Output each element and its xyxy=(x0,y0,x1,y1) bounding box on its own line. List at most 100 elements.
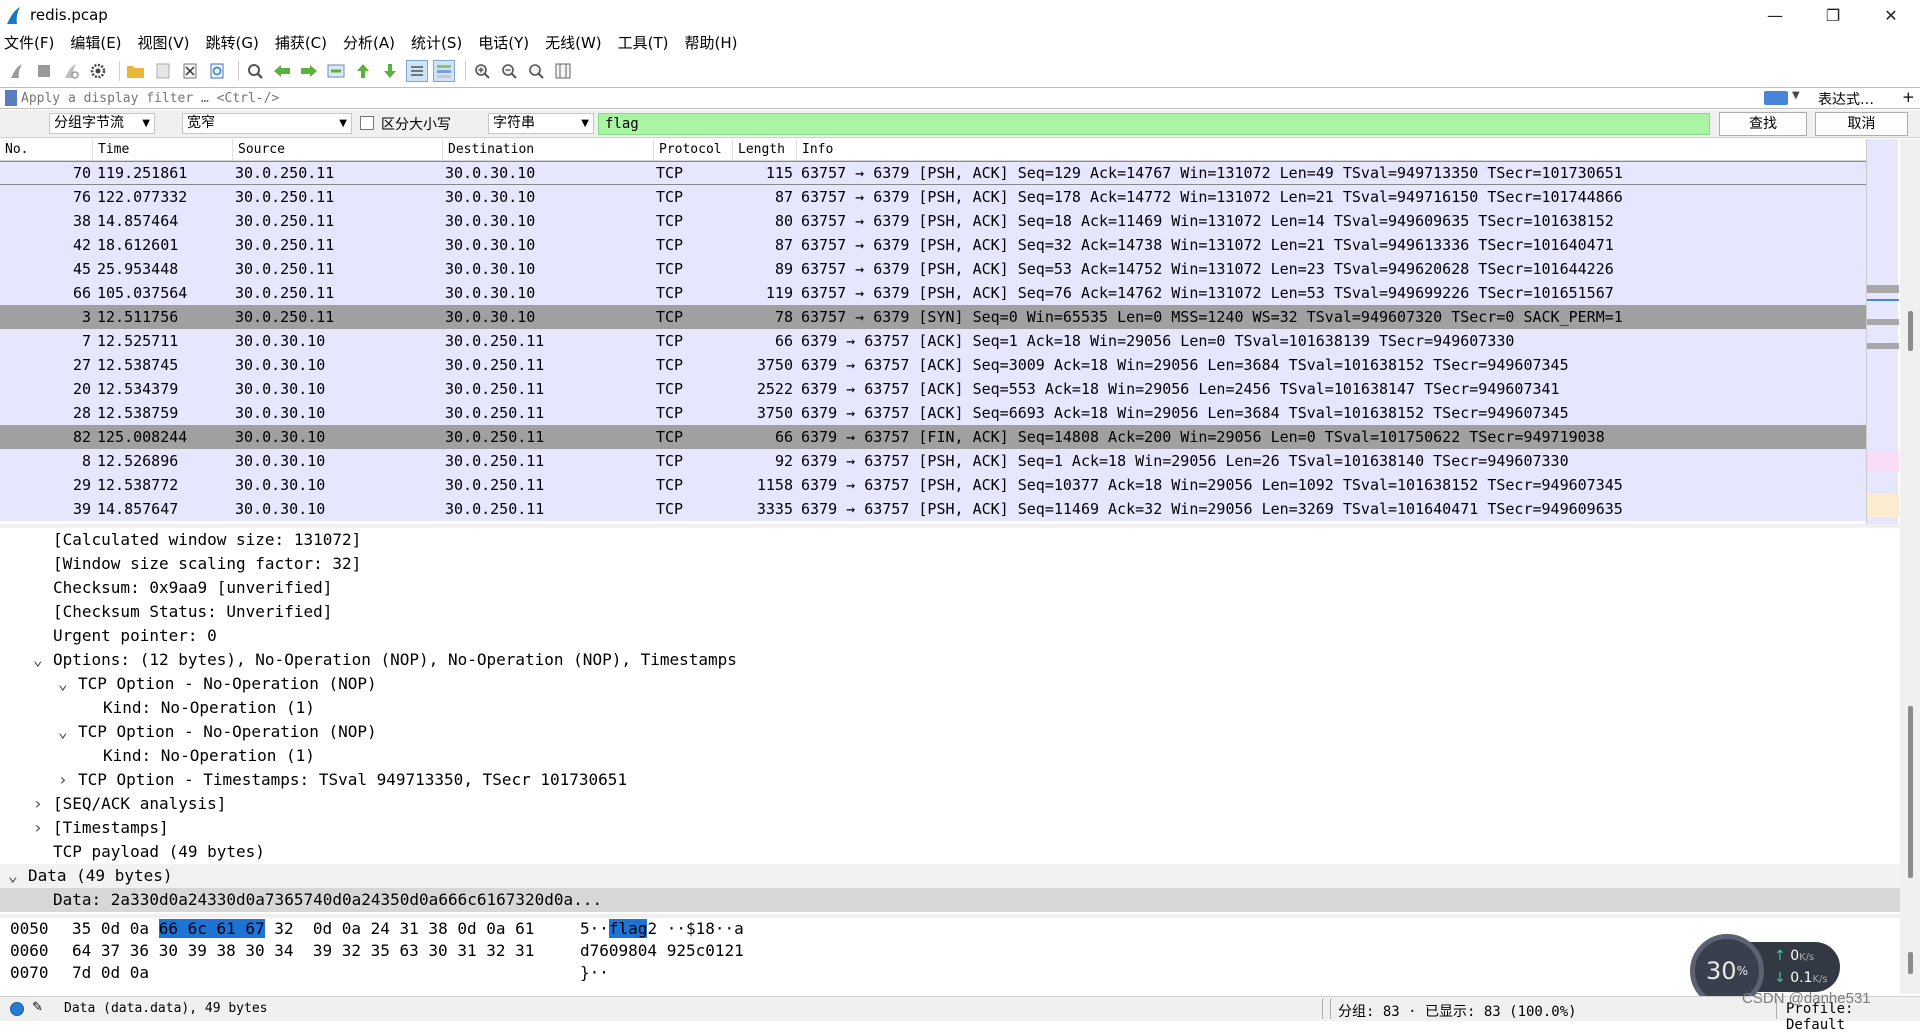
menu-tools[interactable]: 工具(T) xyxy=(618,32,669,53)
close-button[interactable]: ✕ xyxy=(1862,0,1920,30)
hex-row[interactable]: 0060 64 37 36 30 39 38 30 34 39 32 35 63 … xyxy=(0,940,1900,962)
packet-list-minimap[interactable] xyxy=(1866,139,1899,524)
display-filter-input[interactable] xyxy=(21,90,1761,106)
packet-row[interactable]: 28 12.538759 30.0.30.10 30.0.250.11 TCP 3750 6… xyxy=(0,401,1866,425)
capture-options-gear-icon[interactable] xyxy=(87,60,109,82)
column-header-protocol[interactable]: Protocol xyxy=(654,139,733,160)
detail-tree-item[interactable]: Checksum: 0x9aa9 [unverified] xyxy=(0,576,1900,600)
menu-edit[interactable]: 编辑(E) xyxy=(70,32,121,53)
packet-row[interactable]: 29 12.538772 30.0.30.10 30.0.250.11 TCP 1158 6… xyxy=(0,473,1866,497)
close-file-icon[interactable] xyxy=(179,60,201,82)
packet-row[interactable]: 45 25.953448 30.0.250.11 30.0.30.10 TCP 89 637… xyxy=(0,257,1866,281)
menu-telephony[interactable]: 电话(Y) xyxy=(478,32,529,53)
detail-tree-item[interactable]: › [SEQ/ACK analysis] xyxy=(0,792,1900,816)
column-header-source[interactable]: Source xyxy=(233,139,443,160)
go-back-arrow-icon[interactable] xyxy=(271,60,293,82)
detail-tree-item[interactable]: ⌄ Options: (12 bytes), No-Operation (NOP)… xyxy=(0,648,1900,672)
packet-bytes-pane[interactable]: 0050 35 0d 0a 66 6c 61 67 32 0d 0a 24 31 … xyxy=(0,918,1900,992)
packet-row[interactable]: 66 105.037564 30.0.250.11 30.0.30.10 TCP 119 6… xyxy=(0,281,1866,305)
scrollbar-thumb[interactable] xyxy=(1908,311,1913,351)
packet-row[interactable]: 38 14.857464 30.0.250.11 30.0.30.10 TCP 80 637… xyxy=(0,209,1866,233)
column-header-length[interactable]: Length xyxy=(733,139,797,160)
save-file-icon[interactable] xyxy=(152,60,174,82)
detail-tree-item[interactable]: [Calculated window size: 131072] xyxy=(0,528,1900,552)
minimize-button[interactable]: — xyxy=(1746,0,1804,30)
restart-capture-icon[interactable] xyxy=(60,60,82,82)
packet-row[interactable]: 70 119.251861 30.0.250.11 30.0.30.10 TCP 115 6… xyxy=(0,161,1866,185)
packet-list-scrollbar[interactable] xyxy=(1900,139,1920,524)
zoom-in-icon[interactable] xyxy=(471,60,493,82)
go-first-packet-icon[interactable] xyxy=(352,60,374,82)
expand-chevron-icon[interactable]: › xyxy=(33,816,43,840)
menu-go[interactable]: 跳转(G) xyxy=(206,32,259,53)
find-search-input[interactable]: flag xyxy=(598,113,1710,135)
detail-tree-item[interactable]: › TCP Option - Timestamps: TSval 94971335… xyxy=(0,768,1900,792)
menu-file[interactable]: 文件(F) xyxy=(4,32,54,53)
detail-tree-item[interactable]: ⌄ Data (49 bytes) xyxy=(0,864,1900,888)
maximize-button[interactable]: ❐ xyxy=(1804,0,1862,30)
packet-row[interactable]: 20 12.534379 30.0.30.10 30.0.250.11 TCP 2522 6… xyxy=(0,377,1866,401)
detail-tree-item[interactable]: [Checksum Status: Unverified] xyxy=(0,600,1900,624)
reload-file-icon[interactable] xyxy=(206,60,228,82)
packet-row[interactable]: 42 18.612601 30.0.250.11 30.0.30.10 TCP 87 637… xyxy=(0,233,1866,257)
expand-chevron-icon[interactable]: › xyxy=(58,768,68,792)
expression-button[interactable]: 表达式… xyxy=(1818,89,1874,109)
menu-analyze[interactable]: 分析(A) xyxy=(343,32,395,53)
zoom-normal-icon[interactable] xyxy=(525,60,547,82)
search-in-select[interactable]: 分组字节流 ▼ xyxy=(49,113,155,134)
apply-filter-arrow-icon[interactable] xyxy=(1764,91,1788,105)
edit-comment-pencil-icon[interactable]: ✎ xyxy=(32,1000,43,1015)
detail-tree-item[interactable]: ⌄ TCP Option - No-Operation (NOP) xyxy=(0,672,1900,696)
bytes-scrollbar[interactable] xyxy=(1900,918,1920,994)
packet-row[interactable]: 39 14.857647 30.0.30.10 30.0.250.11 TCP 3335 6… xyxy=(0,497,1866,521)
detail-tree-item[interactable]: Kind: No-Operation (1) xyxy=(0,696,1900,720)
filter-bookmark-icon[interactable] xyxy=(5,90,17,106)
detail-tree-item[interactable]: Urgent pointer: 0 xyxy=(0,624,1900,648)
column-header-time[interactable]: Time xyxy=(93,139,233,160)
packet-row[interactable]: 82 125.008244 30.0.30.10 30.0.250.11 TCP 66 63… xyxy=(0,425,1866,449)
detail-tree-item[interactable]: TCP payload (49 bytes) xyxy=(0,840,1900,864)
detail-tree-item[interactable]: Kind: No-Operation (1) xyxy=(0,744,1900,768)
menu-help[interactable]: 帮助(H) xyxy=(685,32,738,53)
menu-statistics[interactable]: 统计(S) xyxy=(411,32,462,53)
menu-capture[interactable]: 捕获(C) xyxy=(275,32,327,53)
menu-view[interactable]: 视图(V) xyxy=(138,32,190,53)
scrollbar-thumb[interactable] xyxy=(1908,706,1913,878)
menu-wireless[interactable]: 无线(W) xyxy=(545,32,602,53)
collapse-chevron-icon[interactable]: ⌄ xyxy=(33,648,43,672)
detail-tree-item[interactable]: › [Timestamps] xyxy=(0,816,1900,840)
packet-row[interactable]: 76 122.077332 30.0.250.11 30.0.30.10 TCP 87 63… xyxy=(0,185,1866,209)
find-button[interactable]: 查找 xyxy=(1719,112,1807,136)
search-type-select[interactable]: 字符串 ▼ xyxy=(488,113,594,134)
packet-list[interactable]: 70 119.251861 30.0.250.11 30.0.30.10 TCP 115 6… xyxy=(0,161,1866,524)
packet-row[interactable]: 27 12.538745 30.0.30.10 30.0.250.11 TCP 3750 6… xyxy=(0,353,1866,377)
open-file-folder-icon[interactable] xyxy=(125,60,147,82)
autoscroll-icon[interactable] xyxy=(406,59,428,82)
detail-tree-item[interactable]: Data: 2a330d0a24330d0a7365740d0a24350d0a… xyxy=(0,888,1900,912)
collapse-chevron-icon[interactable]: ⌄ xyxy=(58,720,68,744)
column-header-info[interactable]: Info xyxy=(797,139,1866,160)
expand-chevron-icon[interactable]: › xyxy=(33,792,43,816)
zoom-out-icon[interactable] xyxy=(498,60,520,82)
collapse-chevron-icon[interactable]: ⌄ xyxy=(58,672,68,696)
collapse-chevron-icon[interactable]: ⌄ xyxy=(8,864,18,888)
column-header-destination[interactable]: Destination xyxy=(443,139,654,160)
packet-row[interactable]: 8 12.526896 30.0.30.10 30.0.250.11 TCP 92 6379… xyxy=(0,449,1866,473)
resize-columns-icon[interactable] xyxy=(552,60,574,82)
packet-details-tree[interactable]: [Calculated window size: 131072] [Window … xyxy=(0,528,1900,914)
go-last-packet-icon[interactable] xyxy=(379,60,401,82)
colorize-icon[interactable] xyxy=(433,59,455,82)
column-header-no[interactable]: No. xyxy=(0,139,93,160)
go-to-packet-icon[interactable] xyxy=(325,60,347,82)
start-capture-icon[interactable] xyxy=(6,60,28,82)
hex-row[interactable]: 0050 35 0d 0a 66 6c 61 67 32 0d 0a 24 31 … xyxy=(0,918,1900,940)
hex-row[interactable]: 0070 7d 0d 0a}·· xyxy=(0,962,1900,984)
detail-tree-item[interactable]: ⌄ TCP Option - No-Operation (NOP) xyxy=(0,720,1900,744)
details-scrollbar[interactable] xyxy=(1900,528,1920,914)
find-packet-magnifier-icon[interactable] xyxy=(244,60,266,82)
scrollbar-thumb[interactable] xyxy=(1908,952,1913,974)
cancel-find-button[interactable]: 取消 xyxy=(1815,112,1908,136)
stop-capture-icon[interactable] xyxy=(33,60,55,82)
expert-info-icon[interactable] xyxy=(10,1002,24,1016)
filter-history-dropdown-icon[interactable]: ▼ xyxy=(1792,90,1800,101)
